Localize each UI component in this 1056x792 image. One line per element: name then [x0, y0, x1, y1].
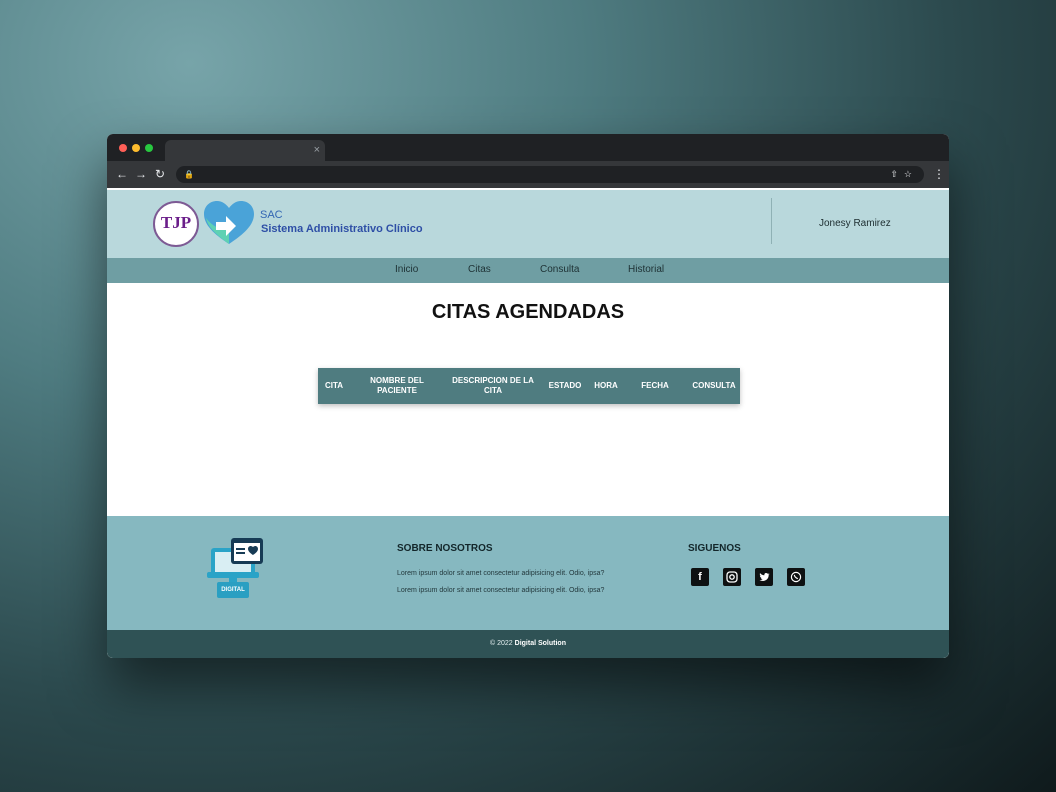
site-footer: DIGITAL SOBRE NOSOTROS Lorem ipsum dolor… [107, 516, 949, 630]
nav-item-consulta[interactable]: Consulta [540, 264, 579, 275]
copyright-prefix: © 2022 [490, 640, 513, 647]
header-divider [771, 198, 772, 244]
seal-text: TJP [160, 213, 192, 232]
reload-icon[interactable]: ↻ [155, 166, 165, 182]
logo-text: DIGITAL [221, 587, 245, 593]
column-header-cita: CITA [324, 381, 344, 390]
facebook-icon[interactable]: f [691, 568, 709, 586]
copyright-text: © 2022 Digital Solution [107, 640, 949, 647]
appointments-table-header: CITA NOMBRE DEL PACIENTE DESCRIPCION DE … [318, 368, 740, 404]
page-title: CITAS AGENDADAS [431, 301, 625, 323]
about-text-line: Lorem ipsum dolor sit amet consectetur a… [397, 587, 605, 594]
user-name[interactable]: Jonesy Ramirez [819, 218, 891, 229]
lock-icon: 🔒 [184, 170, 194, 179]
address-bar[interactable]: 🔒 ⇧☆ [176, 166, 924, 183]
copyright-bar: © 2022 Digital Solution [107, 630, 949, 658]
university-seal-logo: TJP [153, 201, 199, 247]
about-heading: SOBRE NOSOTROS [397, 543, 493, 554]
page-viewport: TJP SAC Sistema Administrativo Clínico J… [107, 190, 949, 658]
forward-icon[interactable]: → [135, 166, 147, 182]
nav-item-inicio[interactable]: Inicio [395, 264, 418, 275]
site-header: TJP SAC Sistema Administrativo Clínico J… [107, 190, 949, 258]
nav-item-citas[interactable]: Citas [468, 264, 491, 275]
column-header-hora: HORA [594, 381, 618, 390]
browser-titlebar: × [107, 134, 949, 161]
maximize-window-button[interactable] [145, 144, 153, 152]
column-header-consulta: CONSULTA [692, 381, 736, 390]
share-icon[interactable]: ⇧ [890, 169, 904, 179]
column-header-nombre-paciente: NOMBRE DEL PACIENTE [370, 376, 424, 395]
copyright-brand: Digital Solution [514, 640, 566, 647]
whatsapp-icon[interactable] [787, 568, 805, 586]
browser-tab[interactable]: × [165, 140, 325, 161]
twitter-icon[interactable] [755, 568, 773, 586]
back-icon[interactable]: ← [116, 166, 128, 182]
heart-logo-icon [204, 201, 254, 244]
brand-short: SAC [260, 209, 283, 221]
tab-close-icon[interactable]: × [314, 143, 320, 157]
about-text-line: Lorem ipsum dolor sit amet consectetur a… [397, 570, 605, 577]
column-header-estado: ESTADO [548, 381, 582, 390]
instagram-icon[interactable] [723, 568, 741, 586]
brand-name: Sistema Administrativo Clínico [261, 223, 423, 235]
star-icon[interactable]: ☆ [904, 169, 918, 179]
close-window-button[interactable] [119, 144, 127, 152]
browser-toolbar: ← → ↻ 🔒 ⇧☆ ⋮ [107, 161, 949, 188]
kebab-menu-icon[interactable]: ⋮ [933, 166, 945, 182]
column-header-fecha: FECHA [641, 381, 669, 390]
follow-heading: SIGUENOS [688, 543, 741, 554]
nav-item-historial[interactable]: Historial [628, 264, 664, 275]
browser-window: × ← → ↻ 🔒 ⇧☆ ⋮ TJP SAC Sistema Administr… [107, 134, 949, 658]
minimize-window-button[interactable] [132, 144, 140, 152]
main-nav: Inicio Citas Consulta Historial [107, 258, 949, 283]
digital-solution-logo: DIGITAL [207, 538, 263, 598]
column-header-descripcion: DESCRIPCION DE LA CITA [452, 376, 534, 395]
